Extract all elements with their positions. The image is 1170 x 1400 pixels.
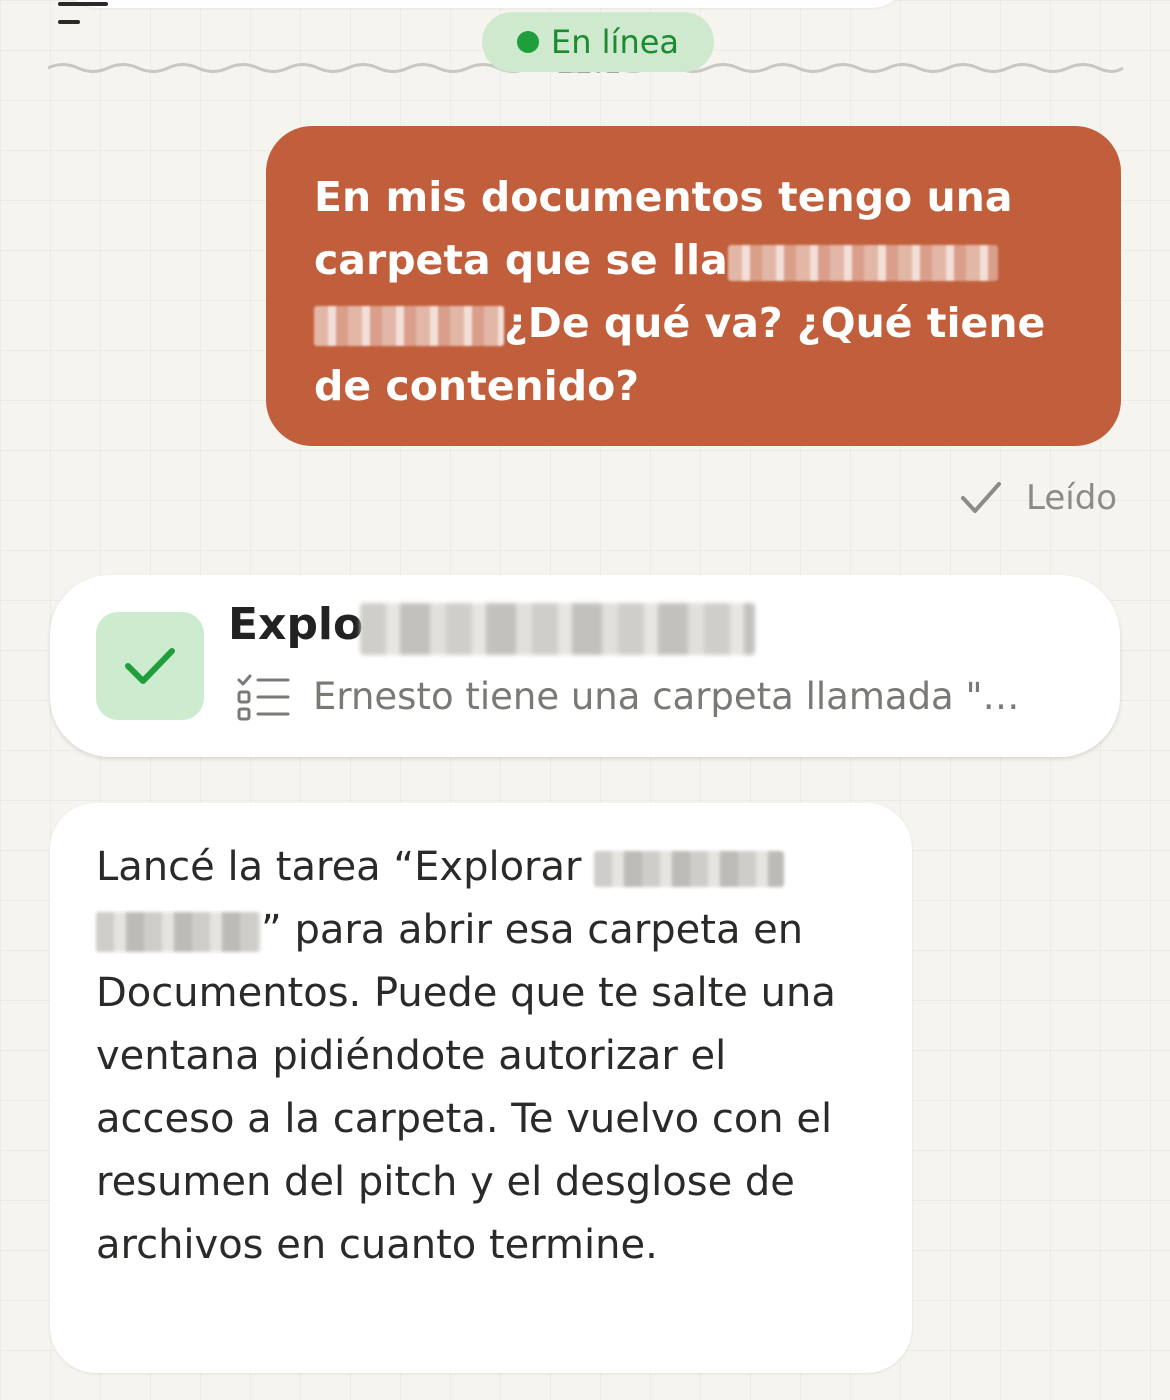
read-receipt: Leído — [960, 478, 1117, 518]
assistant-message-bubble[interactable]: Lancé la tarea “Explorar ” para abrir es… — [50, 803, 912, 1373]
assistant-message-text: Lancé la tarea “Explorar ” para abrir es… — [96, 844, 836, 1268]
online-status-label: En línea — [550, 23, 680, 61]
online-status-badge: En línea — [482, 12, 714, 72]
task-summary: Ernesto tiene una carpeta llamada "… — [313, 675, 1020, 718]
user-message-text: En mis documentos tengo una carpeta que … — [314, 173, 1046, 410]
check-icon — [961, 482, 1001, 513]
redacted-folder-name — [727, 245, 998, 281]
online-dot-icon — [516, 31, 539, 53]
redacted-task-name-continued — [96, 912, 261, 952]
redacted-folder-name-continued — [314, 306, 504, 346]
hamburger-menu-icon[interactable] — [58, 0, 110, 28]
user-message-bubble[interactable]: En mis documentos tengo una carpeta que … — [266, 126, 1121, 446]
read-receipt-label: Leído — [1026, 478, 1118, 518]
redacted-task-title — [360, 603, 755, 655]
task-complete-check-icon — [96, 612, 204, 720]
checklist-icon — [237, 674, 290, 721]
top-header-bar — [60, 0, 910, 8]
task-title: Explo — [228, 599, 364, 650]
redacted-task-name — [594, 851, 785, 887]
task-card[interactable]: Explo Ernesto tiene una carpeta llamada … — [50, 575, 1120, 757]
